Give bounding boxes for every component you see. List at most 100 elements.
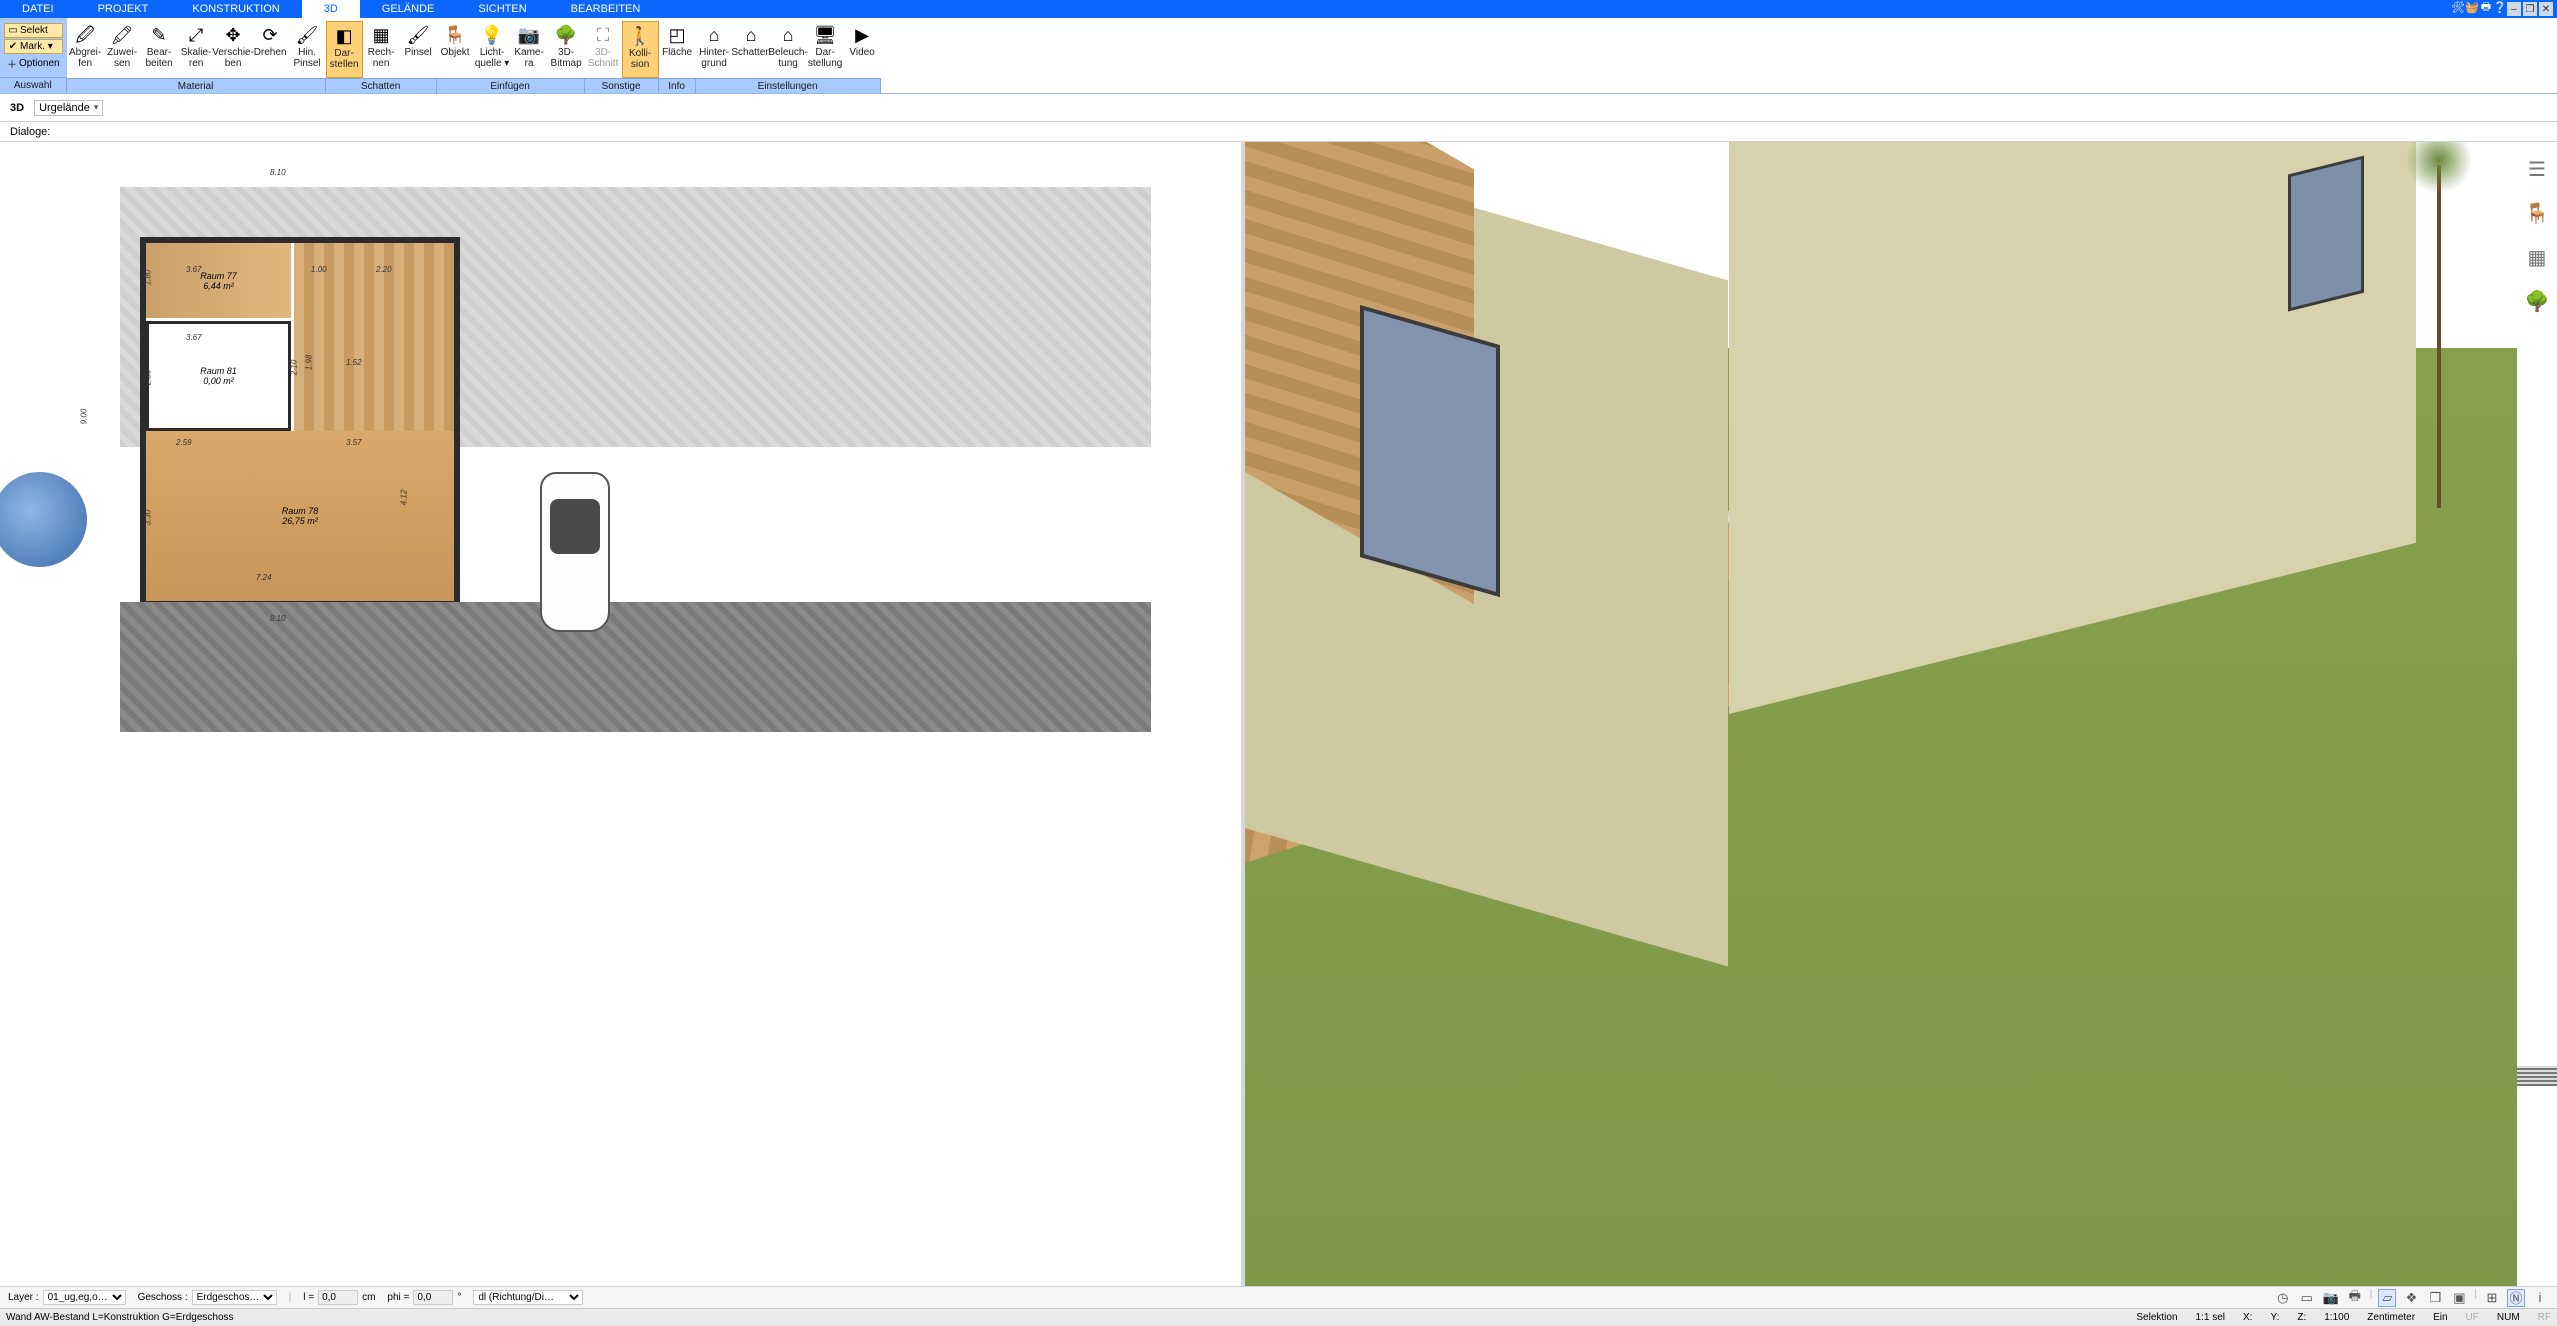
selekt-button[interactable]: ▭Selekt: [4, 23, 63, 38]
l-label: l =: [303, 1292, 314, 1303]
ribbon-group-einfügen: 🪑Objekt💡Licht- quelle ▾📷Kame- ra🌳3D- Bit…: [437, 18, 585, 93]
car[interactable]: [540, 472, 610, 632]
dim: 3.57: [346, 438, 362, 447]
side-grip[interactable]: [2517, 1066, 2557, 1086]
3d-bitmap-icon: 🌳: [554, 23, 578, 47]
skalieren-button[interactable]: ⤢Skalie- ren: [178, 21, 215, 78]
status-num: NUM: [2497, 1312, 2520, 1323]
house-outline: Raum 77 6,44 m² Raum 81 0,00 m² Raum 78 …: [140, 237, 460, 607]
schatten-button[interactable]: ⌂Schatten: [733, 21, 770, 78]
ribbon: ▭Selekt✔Mark. ▾＋Optionen Auswahl🖉Abgrei- …: [0, 18, 2557, 94]
room-81[interactable]: Raum 81 0,00 m²: [146, 321, 291, 431]
chair-icon[interactable]: 🪑: [2524, 200, 2550, 226]
camera2-icon[interactable]: 📷: [2322, 1289, 2340, 1307]
kamera-button[interactable]: 📷Kame- ra: [511, 21, 548, 78]
close-button[interactable]: ✕: [2539, 2, 2553, 16]
floorplan-viewport[interactable]: 8.10 9.00 Raum 77 6,44 m² Raum 81 0,00 m…: [0, 142, 1245, 1286]
rechnen-icon: ▦: [369, 23, 393, 47]
menu-tab-3d[interactable]: 3D: [302, 0, 360, 18]
kollision-button[interactable]: 🚶Kolli- sion: [622, 21, 659, 78]
optionen-button[interactable]: ＋Optionen: [4, 55, 63, 72]
maximize-button[interactable]: ❐: [2523, 2, 2537, 16]
tree-icon[interactable]: 🌳: [2524, 288, 2550, 314]
ribbon-group-label: Auswahl: [0, 77, 67, 93]
darstellung-button[interactable]: 🖥Dar- stellung: [807, 21, 844, 78]
mark-icon: ✔: [8, 41, 18, 52]
beleuchtung-button[interactable]: ⌂Beleuch- tung: [770, 21, 807, 78]
basket-icon[interactable]: 🧺: [2465, 0, 2479, 14]
menu-tab-bearbeiten[interactable]: BEARBEITEN: [549, 0, 663, 18]
status-x: X:: [2243, 1312, 2252, 1323]
video-button[interactable]: ▶Video: [844, 21, 881, 78]
bearbeiten-icon: ✎: [147, 23, 171, 47]
ribbon-group-material: 🖉Abgrei- fen🖍Zuwei- sen✎Bear- beiten⤢Ska…: [67, 18, 326, 93]
box-icon[interactable]: ▣: [2450, 1289, 2468, 1307]
pinsel-icon: 🖌: [406, 23, 430, 47]
zuweisen-button[interactable]: 🖍Zuwei- sen: [104, 21, 141, 78]
workspace: 8.10 9.00 Raum 77 6,44 m² Raum 81 0,00 m…: [0, 142, 2557, 1286]
layers-icon[interactable]: ☰: [2524, 156, 2550, 182]
status-sel-ratio: 1:1 sel: [2196, 1312, 2225, 1323]
select2-icon[interactable]: ▱: [2378, 1289, 2396, 1307]
hin-pinsel-button[interactable]: 🖌Hin. Pinsel: [289, 21, 326, 78]
stack-icon[interactable]: ❒: [2426, 1289, 2444, 1307]
layers2-icon[interactable]: ❖: [2402, 1289, 2420, 1307]
pool[interactable]: [0, 472, 87, 567]
screen-icon[interactable]: ▭: [2298, 1289, 2316, 1307]
zuweisen-icon: 🖍: [110, 23, 134, 47]
ribbon-group-label: Einfügen: [437, 78, 585, 93]
menu-tab-datei[interactable]: DATEI: [0, 0, 76, 18]
status-bar: Wand AW-Bestand L=Konstruktion G=Erdgesc…: [0, 1308, 2557, 1326]
mark-button[interactable]: ✔Mark. ▾: [4, 39, 63, 54]
lichtquelle-button[interactable]: 💡Licht- quelle ▾: [474, 21, 511, 78]
hintergrund-button[interactable]: ⌂Hinter- grund: [696, 21, 733, 78]
north-icon[interactable]: Ⓝ: [2507, 1289, 2525, 1307]
rechnen-button[interactable]: ▦Rech- nen: [363, 21, 400, 78]
layer-select[interactable]: 01_ug,eg,o…: [43, 1290, 126, 1305]
wrench-icon[interactable]: 🛠: [2451, 0, 2465, 14]
drehen-button[interactable]: ⟳Drehen: [252, 21, 289, 78]
l-input[interactable]: [318, 1290, 358, 1305]
lichtquelle-icon: 💡: [480, 23, 504, 47]
phi-input[interactable]: [413, 1290, 453, 1305]
geschoss-label: Geschoss :: [138, 1292, 188, 1303]
grid-icon[interactable]: ⊞: [2483, 1289, 2501, 1307]
layer-label: Layer :: [8, 1292, 39, 1303]
status-rf: RF: [2538, 1312, 2551, 1323]
flaeche-button[interactable]: ◰Fläche: [659, 21, 696, 78]
kamera-icon: 📷: [517, 23, 541, 47]
menu-tab-gelände[interactable]: GELÄNDE: [360, 0, 457, 18]
info-icon[interactable]: i: [2531, 1289, 2549, 1307]
flaeche-icon: ◰: [665, 23, 689, 47]
palette-icon[interactable]: ▦: [2524, 244, 2550, 270]
menu-tab-projekt[interactable]: PROJEKT: [76, 0, 171, 18]
ribbon-group-label: Sonstige: [585, 78, 659, 93]
3d-schnitt-button: ⛶3D- Schnitt: [585, 21, 622, 78]
menu-tab-konstruktion[interactable]: KONSTRUKTION: [170, 0, 301, 18]
help-icon[interactable]: ❔: [2493, 0, 2507, 14]
menu-tab-sichten[interactable]: SICHTEN: [456, 0, 548, 18]
abgreifen-button[interactable]: 🖉Abgrei- fen: [67, 21, 104, 78]
bearbeiten-button[interactable]: ✎Bear- beiten: [141, 21, 178, 78]
room-78[interactable]: Raum 78 26,75 m²: [146, 431, 454, 601]
darstellen-button[interactable]: ◧Dar- stellen: [326, 21, 363, 78]
objekt-button[interactable]: 🪑Objekt: [437, 21, 474, 78]
clock-icon[interactable]: ◷: [2274, 1289, 2292, 1307]
printer2-icon[interactable]: 🖶: [2346, 1289, 2364, 1307]
pinsel-button[interactable]: 🖌Pinsel: [400, 21, 437, 78]
verschieben-button[interactable]: ✥Verschie- ben: [215, 21, 252, 78]
3d-bitmap-button[interactable]: 🌳3D- Bitmap: [548, 21, 585, 78]
room-77[interactable]: Raum 77 6,44 m²: [146, 243, 291, 318]
geschoss-select[interactable]: Erdgeschos…: [192, 1290, 277, 1305]
beleuchtung-icon: ⌂: [776, 23, 800, 47]
status-y: Y:: [2270, 1312, 2279, 1323]
selekt-icon: ▭: [8, 25, 18, 36]
3d-schnitt-icon: ⛶: [591, 23, 615, 47]
dl-select[interactable]: dl (Richtung/Di…: [473, 1290, 583, 1305]
minimize-button[interactable]: –: [2507, 2, 2521, 16]
3d-viewport[interactable]: [1245, 142, 2517, 1286]
darstellung-icon: 🖥: [813, 23, 837, 47]
verschieben-icon: ✥: [221, 23, 245, 47]
printer-icon[interactable]: 🖶: [2479, 0, 2493, 14]
layer-dropdown[interactable]: Urgelände ▾: [34, 100, 103, 116]
